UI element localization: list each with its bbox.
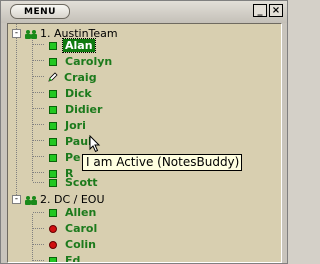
buddy-name: Didier (65, 103, 103, 116)
buddy-name: Alan (62, 38, 96, 53)
online-status-icon (49, 57, 57, 66)
people-group-icon (25, 195, 37, 205)
online-status-icon (49, 137, 57, 146)
buddy-name: Jori (65, 119, 86, 132)
online-status-icon (49, 256, 57, 262)
buddy-name: Allen (65, 206, 97, 219)
notesbuddy-window: MENU _ × - 1. AustinTeam Alan Carolyn Cr… (0, 0, 288, 264)
pen-icon (48, 72, 58, 82)
buddy-row-carolyn[interactable]: Carolyn (49, 54, 114, 69)
buddy-row-paul[interactable]: Paul (49, 134, 94, 149)
menu-button-label: MENU (24, 6, 56, 17)
buddy-name: Carol (65, 222, 98, 235)
buddy-row-alan[interactable]: Alan (49, 38, 96, 53)
online-status-icon (49, 153, 57, 162)
buddy-row-dick[interactable]: Dick (49, 86, 94, 101)
close-icon: × (271, 5, 281, 16)
mouse-pointer-icon (89, 135, 101, 153)
buddy-row-carol[interactable]: Carol (49, 221, 99, 236)
buddy-row-ed[interactable]: Ed (49, 253, 82, 263)
red-circle-icon (49, 240, 57, 249)
menu-button[interactable]: MENU (10, 4, 70, 19)
buddy-row-pe[interactable]: Pe (49, 150, 83, 165)
status-tooltip: I am Active (NotesBuddy) (82, 154, 242, 171)
minimize-icon: _ (257, 5, 263, 16)
buddy-list[interactable]: - 1. AustinTeam Alan Carolyn Craig Dick … (7, 23, 282, 263)
buddy-name: Dick (65, 87, 92, 100)
buddy-name: Pe (65, 151, 81, 164)
buddy-row-allen[interactable]: Allen (49, 205, 98, 220)
buddy-row-jori[interactable]: Jori (49, 118, 88, 133)
collapse-toggle[interactable]: - (12, 195, 21, 204)
people-group-icon (25, 29, 37, 39)
collapse-toggle[interactable]: - (12, 29, 21, 38)
red-circle-icon (49, 224, 57, 233)
close-button[interactable]: × (269, 4, 283, 17)
buddy-name: Colin (65, 238, 97, 251)
online-status-icon (49, 121, 57, 130)
buddy-name: Scott (65, 176, 98, 189)
buddy-name: Craig (64, 71, 97, 84)
buddy-row-craig[interactable]: Craig (47, 70, 99, 85)
tooltip-text: I am Active (NotesBuddy) (86, 155, 240, 169)
buddy-row-scott[interactable]: Scott (49, 175, 100, 190)
online-status-icon (49, 41, 57, 50)
buddy-row-colin[interactable]: Colin (49, 237, 98, 252)
title-bar: MENU _ × (1, 1, 287, 23)
online-status-icon (49, 105, 57, 114)
minimize-button[interactable]: _ (253, 4, 267, 17)
online-status-icon (49, 178, 57, 187)
buddy-name: Ed (65, 254, 81, 263)
buddy-name: Carolyn (65, 55, 113, 68)
online-status-icon (49, 89, 57, 98)
buddy-row-didier[interactable]: Didier (49, 102, 104, 117)
online-status-icon (49, 208, 57, 217)
